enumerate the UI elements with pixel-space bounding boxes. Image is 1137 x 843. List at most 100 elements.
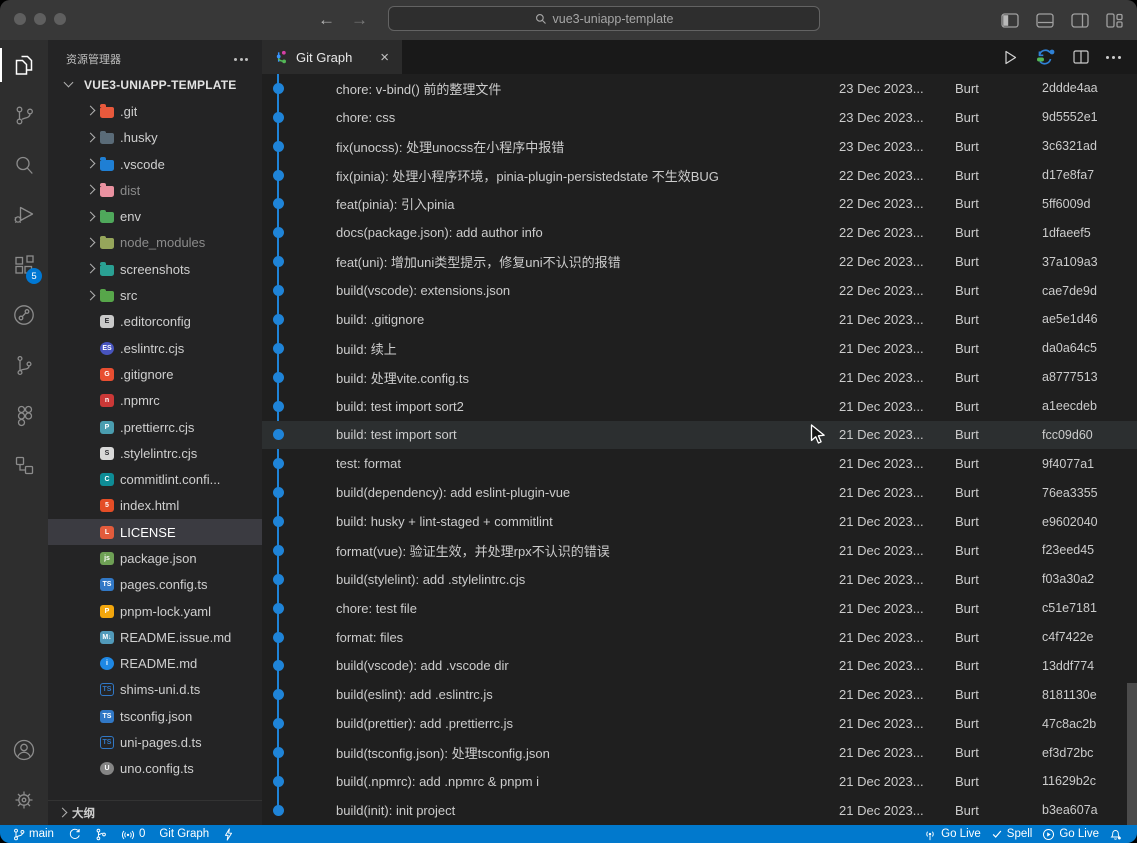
- commit-row[interactable]: fix(pinia): 处理小程序环境，pinia-plugin-persist…: [262, 161, 1137, 190]
- navigate-back-icon[interactable]: ←: [318, 10, 335, 30]
- zap-indicator[interactable]: [218, 825, 239, 843]
- commit-row[interactable]: feat(pinia): 引入pinia 22 Dec 2023... Burt…: [262, 190, 1137, 219]
- commit-row[interactable]: format(vue): 验证生效，并处理rpx不认识的错误 21 Dec 20…: [262, 536, 1137, 565]
- tree-item[interactable]: P pnpm-lock.yaml: [48, 598, 262, 624]
- close-window-button[interactable]: [14, 13, 26, 25]
- tree-item[interactable]: U uno.config.ts: [48, 756, 262, 782]
- tree-item[interactable]: node_modules: [48, 230, 262, 256]
- commit-row[interactable]: build: husky + lint-staged + commitlint …: [262, 507, 1137, 536]
- commit-row[interactable]: chore: test file 21 Dec 2023... Burt c51…: [262, 594, 1137, 623]
- commit-dot: [273, 487, 284, 498]
- circle-branch-icon: [12, 303, 36, 327]
- git-graph-statusbar-icon[interactable]: [90, 825, 112, 843]
- spell-checker-button[interactable]: Spell: [986, 825, 1038, 843]
- commit-row[interactable]: test: format 21 Dec 2023... Burt 9f4077a…: [262, 449, 1137, 478]
- tree-item[interactable]: G .gitignore: [48, 361, 262, 387]
- more-actions-icon[interactable]: [1106, 56, 1121, 59]
- tree-item[interactable]: ES .eslintrc.cjs: [48, 335, 262, 361]
- minimize-window-button[interactable]: [34, 13, 46, 25]
- commit-row[interactable]: build(prettier): add .prettierrc.js 21 D…: [262, 709, 1137, 738]
- commit-row[interactable]: build: test import sort2 21 Dec 2023... …: [262, 392, 1137, 421]
- toggle-panel-icon[interactable]: [1036, 13, 1055, 28]
- ports-indicator[interactable]: 0: [116, 825, 150, 843]
- explorer-more-actions-icon[interactable]: [230, 54, 252, 65]
- commit-row[interactable]: format: files 21 Dec 2023... Burt c4f742…: [262, 623, 1137, 652]
- tree-item[interactable]: js package.json: [48, 545, 262, 571]
- commit-row[interactable]: build(vscode): extensions.json 22 Dec 20…: [262, 276, 1137, 305]
- compare-sync-icon[interactable]: [1035, 48, 1056, 66]
- commit-row[interactable]: build: 续上 21 Dec 2023... Burt da0a64c5: [262, 334, 1137, 363]
- go-live-server-button[interactable]: Go Live: [1037, 825, 1104, 843]
- outline-section[interactable]: 大纲: [48, 800, 262, 825]
- go-live-broadcast-button[interactable]: Go Live: [918, 825, 986, 843]
- commit-dot: [273, 401, 284, 412]
- branch-indicator[interactable]: main: [8, 825, 59, 843]
- commit-row[interactable]: chore: v-bind() 前的整理文件 23 Dec 2023... Bu…: [262, 74, 1137, 103]
- commit-row[interactable]: fix(unocss): 处理unocss在小程序中报错 23 Dec 2023…: [262, 132, 1137, 161]
- tree-item[interactable]: env: [48, 203, 262, 229]
- tree-item[interactable]: TS pages.config.ts: [48, 572, 262, 598]
- git-graph-statusbar-button[interactable]: Git Graph: [154, 825, 214, 843]
- activity-hierarchy[interactable]: [0, 440, 48, 490]
- tree-item[interactable]: .vscode: [48, 151, 262, 177]
- commit-row[interactable]: build(vscode): add .vscode dir 21 Dec 20…: [262, 652, 1137, 681]
- activity-account[interactable]: [0, 725, 48, 775]
- maximize-window-button[interactable]: [54, 13, 66, 25]
- tree-item[interactable]: 5 index.html: [48, 493, 262, 519]
- commit-row[interactable]: build: 处理vite.config.ts 21 Dec 2023... B…: [262, 363, 1137, 392]
- commit-row[interactable]: build: test import sort 21 Dec 2023... B…: [262, 421, 1137, 450]
- commit-row[interactable]: build(init): init project 21 Dec 2023...…: [262, 796, 1137, 825]
- activity-run-debug[interactable]: [0, 190, 48, 240]
- tree-item[interactable]: screenshots: [48, 256, 262, 282]
- navigate-forward-icon[interactable]: →: [351, 10, 368, 30]
- tree-item[interactable]: n .npmrc: [48, 388, 262, 414]
- tree-item[interactable]: C commitlint.confi...: [48, 466, 262, 492]
- toggle-secondary-sidebar-icon[interactable]: [1071, 13, 1090, 28]
- activity-explorer[interactable]: [0, 40, 48, 90]
- tree-item[interactable]: E .editorconfig: [48, 309, 262, 335]
- tree-item[interactable]: TS uni-pages.d.ts: [48, 729, 262, 755]
- commit-hash: 13ddf774: [1042, 659, 1137, 673]
- tree-item[interactable]: i README.md: [48, 651, 262, 677]
- run-file-icon[interactable]: [1003, 50, 1018, 65]
- tree-item[interactable]: .git: [48, 98, 262, 124]
- activity-figma[interactable]: [0, 390, 48, 440]
- tree-item[interactable]: S .stylelintrc.cjs: [48, 440, 262, 466]
- activity-settings[interactable]: [0, 775, 48, 825]
- sync-changes-button[interactable]: [63, 825, 86, 843]
- close-tab-icon[interactable]: ×: [377, 49, 392, 66]
- tree-item[interactable]: P .prettierrc.cjs: [48, 414, 262, 440]
- activity-extensions[interactable]: 5: [0, 240, 48, 290]
- commit-row[interactable]: build(eslint): add .eslintrc.js 21 Dec 2…: [262, 680, 1137, 709]
- notifications-bell[interactable]: [1104, 825, 1127, 843]
- activity-search[interactable]: [0, 140, 48, 190]
- run-debug-icon: [12, 203, 36, 227]
- tree-item[interactable]: .husky: [48, 125, 262, 151]
- tree-item[interactable]: src: [48, 282, 262, 308]
- command-center-search[interactable]: vue3-uniapp-template: [388, 6, 820, 31]
- activity-git-history[interactable]: [0, 290, 48, 340]
- activity-git-graph[interactable]: [0, 340, 48, 390]
- commit-hash: 5ff6009d: [1042, 197, 1137, 211]
- activity-source-control[interactable]: [0, 90, 48, 140]
- commit-row[interactable]: docs(package.json): add author info 22 D…: [262, 218, 1137, 247]
- commit-row[interactable]: build(dependency): add eslint-plugin-vue…: [262, 478, 1137, 507]
- commit-row[interactable]: build(tsconfig.json): 处理tsconfig.json 21…: [262, 738, 1137, 767]
- split-editor-icon[interactable]: [1073, 50, 1089, 64]
- commit-row[interactable]: chore: css 23 Dec 2023... Burt 9d5552e1: [262, 103, 1137, 132]
- tree-item[interactable]: TS shims-uni.d.ts: [48, 677, 262, 703]
- tree-item[interactable]: dist: [48, 177, 262, 203]
- tab-git-graph[interactable]: Git Graph ×: [262, 40, 402, 74]
- tree-item[interactable]: M↓ README.issue.md: [48, 624, 262, 650]
- commit-row[interactable]: feat(uni): 增加uni类型提示，修复uni不认识的报错 22 Dec …: [262, 247, 1137, 276]
- tree-item[interactable]: TS tsconfig.json: [48, 703, 262, 729]
- toggle-primary-sidebar-icon[interactable]: [1001, 13, 1020, 28]
- commit-row[interactable]: build(stylelint): add .stylelintrc.cjs 2…: [262, 565, 1137, 594]
- tree-item[interactable]: L LICENSE: [48, 519, 262, 545]
- commit-row[interactable]: build: .gitignore 21 Dec 2023... Burt ae…: [262, 305, 1137, 334]
- tree-root[interactable]: VUE3-UNIAPP-TEMPLATE: [48, 72, 262, 98]
- vertical-scrollbar[interactable]: [1127, 683, 1137, 825]
- commit-row[interactable]: build(.npmrc): add .npmrc & pnpm i 21 De…: [262, 767, 1137, 796]
- commit-author: Burt: [955, 630, 1042, 645]
- customize-layout-icon[interactable]: [1106, 13, 1123, 28]
